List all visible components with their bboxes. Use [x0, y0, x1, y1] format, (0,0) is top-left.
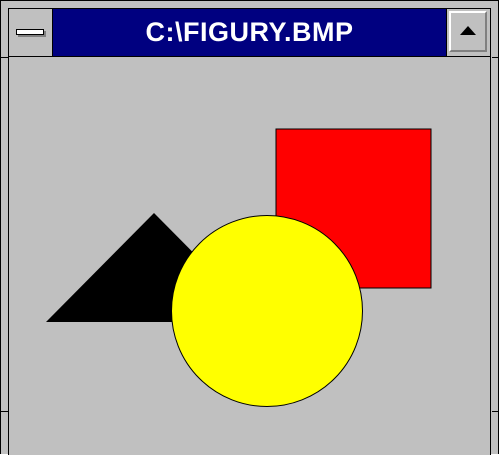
bitmap-canvas — [9, 58, 490, 455]
maximize-arrow-icon — [460, 26, 476, 35]
maximize-button[interactable] — [446, 9, 490, 56]
system-menu-icon — [16, 29, 44, 35]
window-title: C:\FIGURY.BMP — [145, 17, 354, 47]
sizing-border-corner-tick — [1, 57, 9, 58]
system-menu-button[interactable] — [9, 9, 53, 56]
sizing-border-corner-tick — [492, 411, 499, 412]
title-bar[interactable]: C:\FIGURY.BMP — [9, 9, 490, 57]
figures-drawing — [46, 128, 432, 407]
bitmap-window: C:\FIGURY.BMP — [0, 0, 499, 455]
sizing-border-corner-tick — [1, 411, 9, 412]
sizing-border-corner-tick — [492, 57, 499, 58]
yellow-circle — [171, 215, 363, 407]
